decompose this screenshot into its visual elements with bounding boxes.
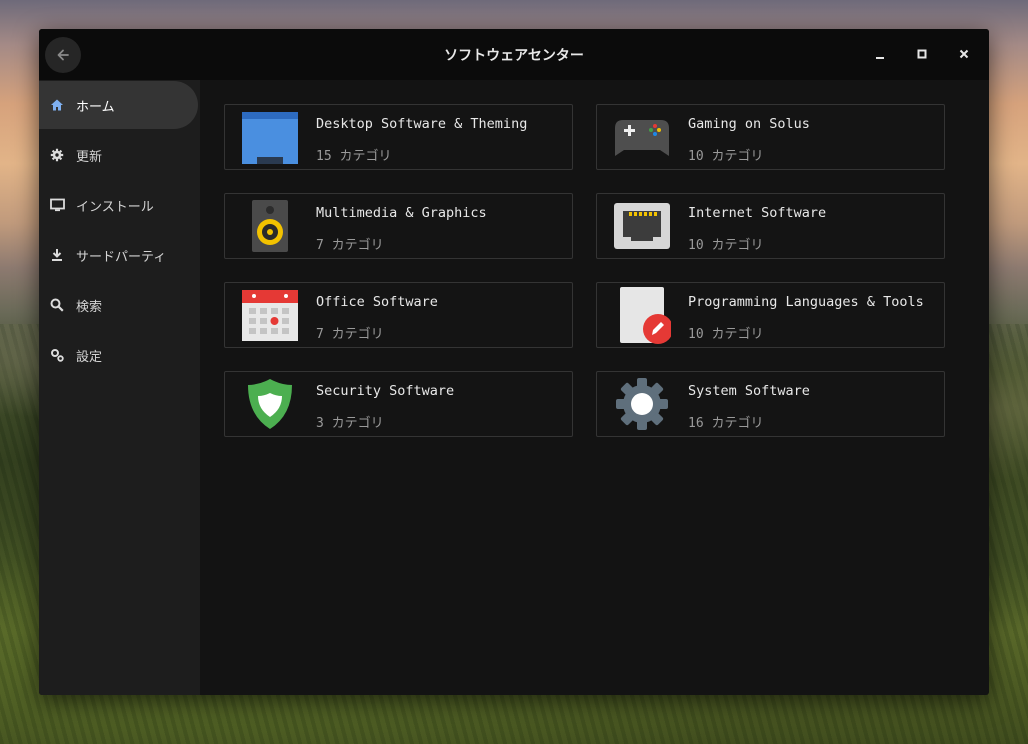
category-count: 7 カテゴリ — [316, 238, 384, 253]
category-programming[interactable]: Programming Languages & Tools 10 カテゴリ — [596, 282, 945, 348]
category-count: 7 カテゴリ — [316, 327, 384, 342]
sidebar-item-home[interactable]: ホーム — [39, 81, 198, 129]
close-button[interactable] — [953, 43, 975, 65]
category-title: Security Software — [316, 383, 455, 399]
search-icon — [49, 297, 65, 313]
sidebar-item-label: ホーム — [76, 99, 115, 115]
category-title: Desktop Software & Theming — [316, 116, 528, 132]
sidebar-item-label: 設定 — [76, 349, 103, 365]
home-icon — [49, 97, 65, 113]
sidebar-item-search[interactable]: 検索 — [39, 281, 198, 329]
sidebar-item-label: 検索 — [76, 299, 103, 315]
category-count: 15 カテゴリ — [316, 149, 392, 164]
sidebar: ホーム 更新 インストール サードパーティ 検索 設定 — [39, 80, 200, 695]
minimize-icon — [876, 57, 884, 59]
sidebar-item-third-party[interactable]: サードパーティ — [39, 231, 198, 279]
category-gaming[interactable]: Gaming on Solus 10 カテゴリ — [596, 104, 945, 170]
monitor-icon — [49, 197, 65, 213]
category-desktop-software[interactable]: Desktop Software & Theming 15 カテゴリ — [224, 104, 573, 170]
close-icon — [959, 49, 969, 59]
category-title: Multimedia & Graphics — [316, 205, 487, 221]
category-system[interactable]: System Software 16 カテゴリ — [596, 371, 945, 437]
settings-icon — [49, 347, 65, 363]
shield-icon — [241, 376, 299, 432]
category-office[interactable]: Office Software 7 カテゴリ — [224, 282, 573, 348]
category-title: Internet Software — [688, 205, 827, 221]
minimize-button[interactable] — [869, 43, 891, 65]
category-count: 10 カテゴリ — [688, 238, 764, 253]
system-gear-icon — [613, 376, 671, 432]
sidebar-item-label: 更新 — [76, 149, 103, 165]
category-count: 10 カテゴリ — [688, 149, 764, 164]
download-icon — [49, 247, 65, 263]
gear-update-icon — [49, 147, 65, 163]
calendar-icon — [241, 287, 299, 343]
sidebar-item-label: インストール — [76, 199, 154, 215]
category-title: Office Software — [316, 294, 438, 310]
desktop-folder-icon — [241, 109, 299, 165]
gamepad-icon — [613, 109, 671, 165]
maximize-button[interactable] — [911, 43, 933, 65]
network-port-icon — [613, 198, 671, 254]
category-internet[interactable]: Internet Software 10 カテゴリ — [596, 193, 945, 259]
sidebar-item-updates[interactable]: 更新 — [39, 131, 198, 179]
category-security[interactable]: Security Software 3 カテゴリ — [224, 371, 573, 437]
sidebar-item-installed[interactable]: インストール — [39, 181, 198, 229]
category-count: 16 カテゴリ — [688, 416, 764, 431]
software-center-window: ソフトウェアセンター ホーム 更新 インストール サードパーティ 検索 設定 D… — [39, 29, 989, 695]
maximize-icon — [917, 49, 927, 59]
sidebar-item-settings[interactable]: 設定 — [39, 331, 198, 379]
window-title: ソフトウェアセンター — [444, 48, 584, 64]
category-count: 3 カテゴリ — [316, 416, 384, 431]
title-bar: ソフトウェアセンター — [39, 29, 989, 80]
category-title: System Software — [688, 383, 810, 399]
category-title: Programming Languages & Tools — [688, 294, 924, 310]
speaker-icon — [241, 198, 299, 254]
category-count: 10 カテゴリ — [688, 327, 764, 342]
document-edit-icon — [613, 287, 671, 344]
category-multimedia[interactable]: Multimedia & Graphics 7 カテゴリ — [224, 193, 573, 259]
category-title: Gaming on Solus — [688, 116, 810, 132]
sidebar-item-label: サードパーティ — [76, 249, 167, 265]
